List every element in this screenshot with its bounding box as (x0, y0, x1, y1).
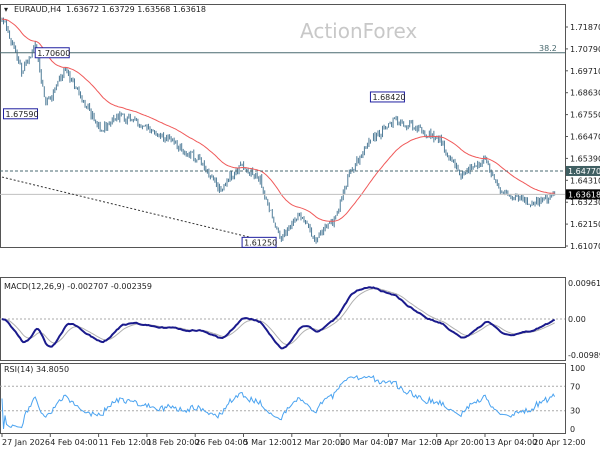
rsi-panel (0, 363, 566, 434)
rsi-line (1, 374, 556, 430)
macd-tick-label: 0.00 (568, 315, 586, 324)
trend-line (1, 176, 271, 243)
y-tick-label: 1.65390 (570, 154, 600, 163)
y-tick-label: 1.69710 (570, 67, 600, 76)
rsi-tick-label: 70 (570, 382, 580, 391)
y-tick-label: 1.61070 (570, 242, 600, 251)
ohlc-values: 1.63672 1.63729 1.63568 1.63618 (66, 5, 206, 14)
x-tick-label: 20 Mar 04:00 (340, 438, 393, 447)
x-tick-label: 20 Apr 12:00 (533, 438, 585, 447)
x-tick-label: 4 Feb 04:00 (50, 438, 97, 447)
moving-average-line (1, 18, 555, 222)
x-tick-label: 27 Jan 2026 (2, 438, 50, 447)
price-label: 1.70600 (37, 49, 70, 58)
y-tick-label: 1.64310 (570, 176, 600, 185)
price-label: 1.68420 (372, 93, 405, 102)
chart-window: ActionForex 1.71870 1.70790 1.69710 1.68630… (0, 0, 600, 450)
price-badge-label: 1.63618 (568, 190, 600, 199)
macd-tick-label: 0.009618 (568, 279, 600, 288)
level-badge-label: 1.64770 (568, 167, 600, 176)
x-tick-label: 5 Mar 12:00 (244, 438, 292, 447)
x-tick-label: 26 Feb 04:00 (195, 438, 247, 447)
y-tick-label: 1.66470 (570, 133, 600, 142)
main-panel (0, 4, 566, 248)
trading-chart[interactable]: ActionForex 1.71870 1.70790 1.69710 1.68630… (0, 0, 600, 450)
y-tick-label: 1.71870 (570, 23, 600, 32)
y-tick-label: 1.70790 (570, 45, 600, 54)
macd-tick-label: -0.009892 (568, 351, 600, 360)
x-tick-label: 13 Apr 04:00 (485, 438, 537, 447)
rsi-tick-label: 30 (570, 407, 580, 416)
y-tick-label: 1.62150 (570, 220, 600, 229)
y-tick-label: 1.68630 (570, 89, 600, 98)
rsi-tick-label: 0 (570, 425, 575, 434)
x-tick-label: 12 Mar 20:00 (292, 438, 345, 447)
price-label: 1.67590 (6, 110, 39, 119)
price-label: 1.61250 (244, 238, 277, 247)
macd-signal-line (1, 288, 555, 346)
rsi-title: RSI(14) 34.8050 (4, 365, 69, 374)
chart-header-arrow-icon[interactable]: ▾ (4, 5, 8, 14)
x-tick-label: 3 Apr 20:00 (437, 438, 484, 447)
x-tick-label: 11 Feb 12:00 (99, 438, 151, 447)
x-tick-label: 18 Feb 20:00 (147, 438, 199, 447)
x-tick-label: 27 Mar 12:00 (388, 438, 441, 447)
y-tick-label: 1.67550 (570, 111, 600, 120)
symbol-label: EURAUD,H4 (14, 5, 61, 14)
rsi-tick-label: 100 (570, 364, 585, 373)
macd-line (1, 286, 556, 350)
fib-level-label: 38.2 (539, 44, 557, 53)
watermark: ActionForex (300, 19, 417, 43)
y-tick-label: 1.63230 (570, 198, 600, 207)
macd-title: MACD(12,26,9) -0.002707 -0.002359 (4, 282, 152, 291)
